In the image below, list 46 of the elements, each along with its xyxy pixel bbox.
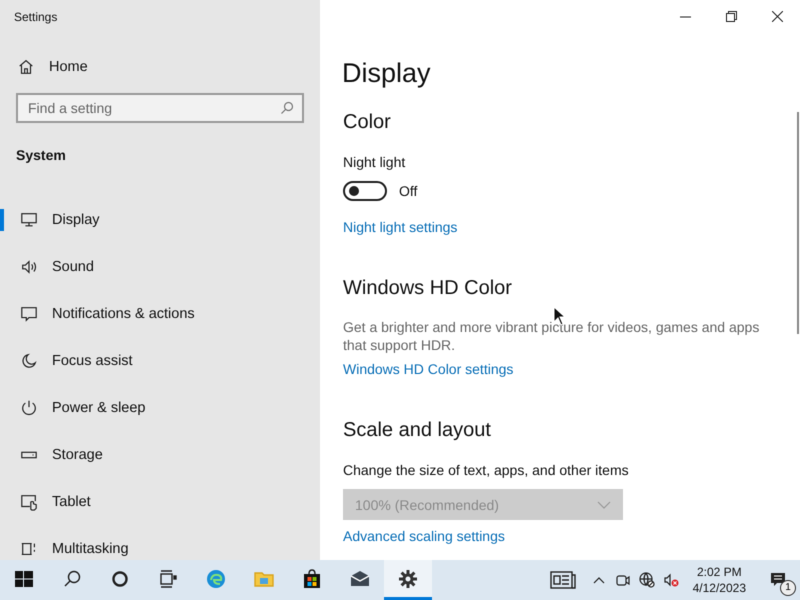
home-link[interactable]: Home (17, 58, 88, 76)
toggle-switch[interactable] (343, 181, 387, 201)
clock[interactable]: 2:02 PM 4/12/2023 (682, 564, 756, 596)
multitask-icon (20, 540, 38, 558)
section-heading: Color (343, 111, 391, 134)
section-heading: System (16, 147, 67, 163)
chevron-icon (597, 500, 611, 508)
message-icon (20, 305, 38, 323)
globe-icon[interactable] (638, 572, 655, 588)
setting-label: Night light (343, 154, 406, 170)
nav-item[interactable]: Notifications & actions (0, 303, 320, 325)
section-heading: Windows HD Color (343, 277, 512, 300)
browser-icon (205, 568, 227, 590)
notification-count: 1 (780, 580, 796, 596)
nav-item[interactable]: Multitasking (0, 538, 320, 560)
nav-item[interactable]: Tablet (0, 491, 320, 513)
close-icon (772, 10, 782, 22)
description-text: Get a brighter and more vibrant picture for videos, games and apps that support HDR. (343, 318, 760, 354)
moon-icon (20, 352, 38, 370)
monitor-icon (20, 211, 38, 229)
search-field[interactable]: Find a setting (16, 93, 304, 123)
message-icon (769, 571, 787, 589)
taskbar-app[interactable] (384, 560, 432, 600)
page-title: Display (342, 58, 432, 89)
nav-item[interactable]: Focus assist (0, 350, 320, 372)
muted-speaker-icon[interactable] (662, 572, 679, 588)
nav-item[interactable]: Sound (0, 256, 320, 278)
power-icon (20, 399, 38, 417)
gear-icon (397, 568, 419, 590)
shopping-bag-icon (301, 568, 323, 590)
settings-link[interactable]: Advanced scaling settings (343, 528, 505, 544)
home-icon (17, 58, 35, 76)
nav-item[interactable]: Power & sleep (0, 397, 320, 419)
section-heading: Scale and layout (343, 419, 491, 442)
notifications-button[interactable]: 1 (756, 560, 800, 600)
settings-link[interactable]: Night light settings (343, 219, 458, 235)
tablet-icon (20, 493, 38, 511)
speaker-icon (20, 258, 38, 276)
newspaper-icon (550, 571, 576, 589)
restore-icon (726, 10, 736, 22)
settings-link[interactable]: Windows HD Color settings (343, 361, 514, 377)
search-icon (280, 101, 294, 115)
window-title: Settings (13, 9, 58, 26)
toggle-state: Off (399, 183, 418, 199)
nav-item[interactable]: Storage (0, 444, 320, 466)
setting-label: Change the size of text, apps, and other items (343, 462, 629, 478)
